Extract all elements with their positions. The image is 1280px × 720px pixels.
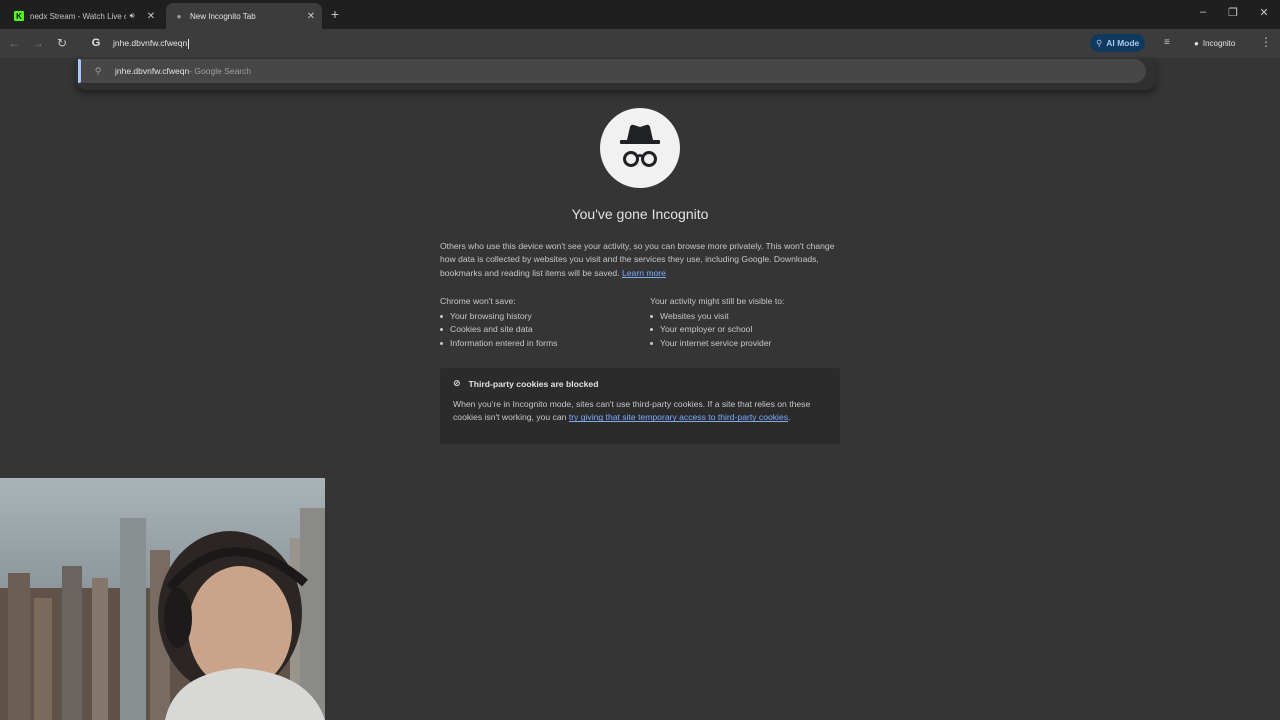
tab-strip: K nedx Stream - Watch Live o 🔊︎ ✕ ● New … [0,0,1280,29]
cookies-title-text: Third-party cookies are blocked [468,378,599,389]
toolbar: ← → ↻ G jnhe.dbvnfw.cfweqn ⚲ AI Mode ≡ ● I… [0,29,1280,58]
ai-mode-button[interactable]: ⚲ AI Mode [1090,34,1146,52]
wont-save-list: Chrome won't save: Your browsing history… [440,296,557,350]
close-window-icon[interactable]: ✕ [1254,6,1274,19]
selection-indicator [78,59,81,83]
incognito-icon: ● [1194,38,1199,48]
page-title: You've gone Incognito [571,206,709,222]
suggestion-suffix: - Google Search [189,66,252,76]
list-item: Your internet service provider [650,337,784,350]
omnibox-value: jnhe.dbvnfw.cfweqn [113,38,188,48]
incognito-icon: ● [176,11,182,21]
list-item: Your employer or school [650,323,784,336]
reload-icon[interactable]: ↻ [54,36,70,50]
cookies-title: ⊘ Third-party cookies are blocked [453,378,827,389]
temporary-access-link[interactable]: try giving that site temporary access to… [569,412,788,422]
learn-more-link[interactable]: Learn more [622,268,666,278]
ai-search-icon: ⚲ [1096,37,1103,48]
still-visible-heading: Your activity might still be visible to: [650,296,785,306]
text-caret [188,38,190,49]
close-tab-icon[interactable]: ✕ [304,11,318,22]
search-icon: ⚲ [94,65,102,76]
menu-icon[interactable]: ⋮ [1260,35,1272,49]
tab-title: nedx Stream - Watch Live o [30,11,126,21]
intro-text: Others who use this device won't see you… [440,240,840,280]
forward-icon[interactable]: → [30,36,46,50]
wont-save-heading: Chrome won't save: [440,296,516,306]
tab-kick-stream[interactable]: K nedx Stream - Watch Live o 🔊︎ ✕ [6,3,162,29]
speaker-icon[interactable]: 🔊︎ [126,11,138,21]
list-item: Cookies and site data [440,323,557,336]
suggestion-row[interactable]: ⚲ jnhe.dbvnfw.cfweqn - Google Search [78,59,1146,83]
cookies-body-end: . [788,412,791,423]
webcam-overlay [0,478,325,720]
omnibox-dropdown: ⚲ jnhe.dbvnfw.cfweqn - Google Search [76,58,1156,90]
ai-mode-label: AI Mode [1106,38,1140,48]
list-item: Your browsing history [440,310,557,323]
new-tab-button[interactable]: + [328,6,342,22]
incognito-hero-icon [600,108,680,188]
list-item: Information entered in forms [440,337,557,350]
omnibox-input[interactable]: jnhe.dbvnfw.cfweqn [113,38,190,49]
cookies-blocked-card: ⊘ Third-party cookies are blocked When y… [440,368,840,444]
incognito-label: Incognito [1202,38,1236,48]
cookies-body: When you're in Incognito mode, sites can… [453,398,827,425]
suggestion-text: jnhe.dbvnfw.cfweqn [115,66,190,76]
kick-logo-icon: K [14,11,24,21]
eye-off-icon: ⊘ [453,378,461,388]
reading-mode-icon[interactable]: ≡ [1164,37,1170,48]
incognito-profile-button[interactable]: ● Incognito [1188,35,1241,51]
list-item: Websites you visit [650,310,784,323]
tab-new-incognito[interactable]: ● New Incognito Tab ✕ [166,3,322,29]
restore-icon[interactable]: ❐ [1223,6,1243,19]
still-visible-list: Your activity might still be visible to:… [650,296,784,350]
tab-title: New Incognito Tab [190,11,256,21]
back-icon[interactable]: ← [6,36,22,50]
google-icon: G [91,37,101,49]
close-tab-icon[interactable]: ✕ [144,11,158,22]
minimize-icon[interactable]: – [1193,6,1213,18]
